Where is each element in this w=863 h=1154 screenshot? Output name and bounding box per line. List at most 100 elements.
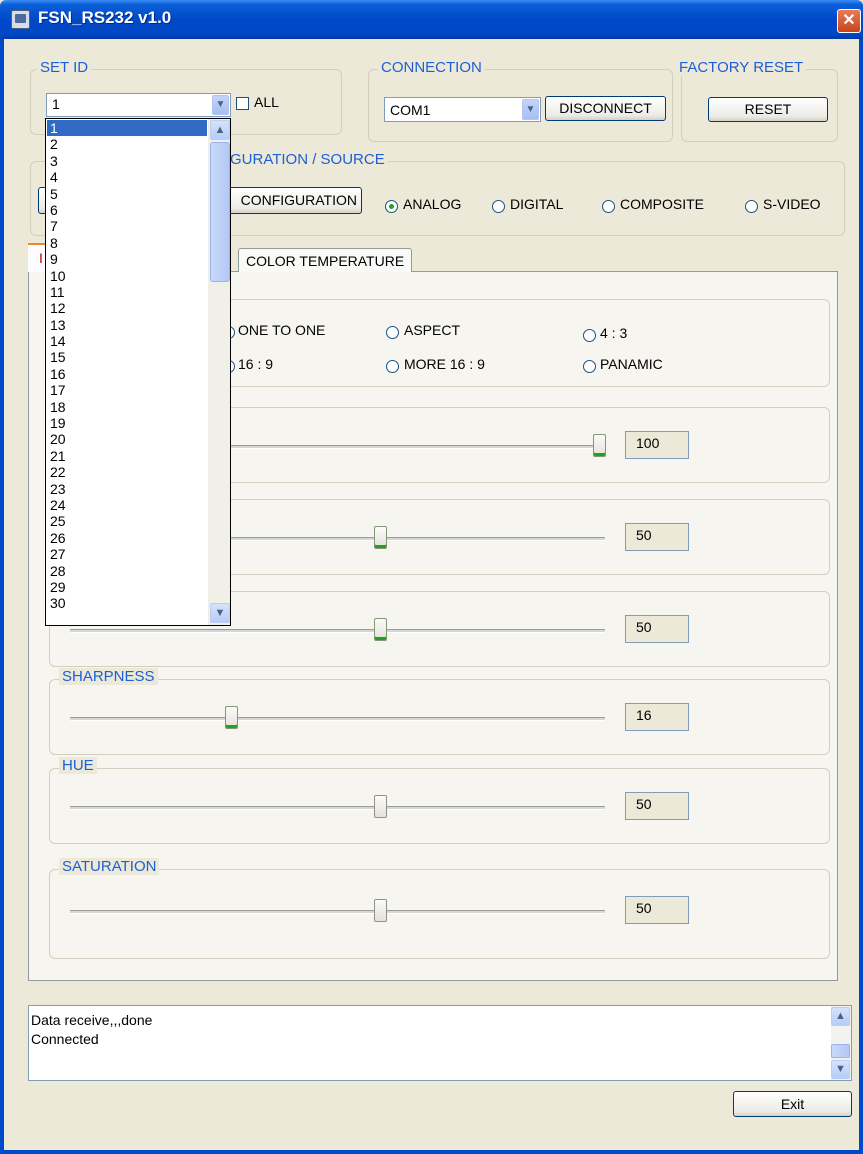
set-id-option[interactable]: 19 xyxy=(47,415,207,431)
slider-thumb[interactable] xyxy=(374,899,387,922)
set-id-option[interactable]: 17 xyxy=(47,382,207,398)
set-id-option[interactable]: 26 xyxy=(47,530,207,546)
app-icon[interactable] xyxy=(11,10,30,29)
set-id-all-checkbox[interactable] xyxy=(236,97,249,110)
aspect-radio-aspect[interactable] xyxy=(386,326,399,339)
source-radio-digital[interactable] xyxy=(492,200,505,213)
slider-track[interactable] xyxy=(70,910,605,914)
slider-group-label: SHARPNESS xyxy=(59,668,158,685)
title-bar[interactable]: FSN_RS232 v1.0 ✕ xyxy=(0,0,863,39)
slider-thumb[interactable] xyxy=(593,434,606,457)
set-id-option[interactable]: 2 xyxy=(47,136,207,152)
set-id-option[interactable]: 16 xyxy=(47,366,207,382)
set-id-option[interactable]: 11 xyxy=(47,284,207,300)
source-label-analog: ANALOG xyxy=(403,196,462,212)
slider-thumb[interactable] xyxy=(374,795,387,818)
slider-thumb[interactable] xyxy=(374,526,387,549)
slider-thumb[interactable] xyxy=(374,618,387,641)
aspect-label-4-3: 4 : 3 xyxy=(600,325,628,341)
set-id-option[interactable]: 29 xyxy=(47,579,207,595)
set-id-option[interactable]: 15 xyxy=(47,349,207,365)
app-window: FSN_RS232 v1.0 ✕ SET ID 1 ▼ ALL CONNECTI… xyxy=(0,0,863,1154)
set-id-option[interactable]: 25 xyxy=(47,513,207,529)
set-id-option[interactable]: 14 xyxy=(47,333,207,349)
factory-reset-group-label: FACTORY RESET xyxy=(676,59,807,76)
scrollbar-thumb[interactable] xyxy=(210,142,230,282)
set-id-option[interactable]: 21 xyxy=(47,448,207,464)
chevron-down-icon[interactable]: ▼ xyxy=(212,95,229,115)
port-combobox[interactable]: COM1 ▼ xyxy=(384,97,541,122)
set-id-option[interactable]: 28 xyxy=(47,563,207,579)
slider-value-field[interactable]: 50 xyxy=(625,615,689,643)
set-id-option[interactable]: 24 xyxy=(47,497,207,513)
log-line: Data receive,,,done xyxy=(31,1012,153,1028)
disconnect-button[interactable]: DISCONNECT xyxy=(545,96,666,121)
aspect-label-one-to-one: ONE TO ONE xyxy=(238,322,326,338)
set-id-option[interactable]: 12 xyxy=(47,300,207,316)
set-id-option[interactable]: 10 xyxy=(47,268,207,284)
set-id-option[interactable]: 22 xyxy=(47,464,207,480)
set-id-option[interactable]: 30 xyxy=(47,595,207,611)
set-id-dropdown-list[interactable]: 1 2 3 4 5 6 7 8 9 10 11 12 13 14 15 16 17 18 19 20 21 22 23 24 2… xyxy=(45,118,231,626)
exit-button[interactable]: Exit xyxy=(733,1091,852,1117)
set-id-option[interactable]: 7 xyxy=(47,218,207,234)
source-label-composite: COMPOSITE xyxy=(620,196,705,212)
set-id-option[interactable]: 3 xyxy=(47,153,207,169)
tab-picture-partial-label: I xyxy=(39,250,43,266)
set-id-option[interactable]: 4 xyxy=(47,169,207,185)
set-id-combobox[interactable]: 1 ▼ xyxy=(46,93,231,117)
set-id-option[interactable]: 13 xyxy=(47,317,207,333)
set-id-option[interactable]: 23 xyxy=(47,481,207,497)
source-radio-composite[interactable] xyxy=(602,200,615,213)
set-id-option[interactable]: 18 xyxy=(47,399,207,415)
reset-button[interactable]: RESET xyxy=(708,97,828,122)
aspect-label-aspect: ASPECT xyxy=(404,322,461,338)
slider-track[interactable] xyxy=(70,806,605,810)
port-selected-value: COM1 xyxy=(390,102,431,118)
source-radio-analog[interactable] xyxy=(385,200,398,213)
set-id-option[interactable]: 5 xyxy=(47,186,207,202)
aspect-radio-4-3[interactable] xyxy=(583,329,596,342)
log-line: Connected xyxy=(31,1031,99,1047)
source-radio-svideo[interactable] xyxy=(745,200,758,213)
scroll-up-icon[interactable]: ▲ xyxy=(831,1007,850,1026)
slider-value-field[interactable]: 50 xyxy=(625,792,689,820)
aspect-label-more-16-9: MORE 16 : 9 xyxy=(404,356,485,372)
close-button[interactable]: ✕ xyxy=(837,9,861,33)
set-id-group-label: SET ID xyxy=(37,59,92,76)
slider-track[interactable] xyxy=(70,629,605,633)
aspect-label-panamic: PANAMIC xyxy=(600,356,663,372)
set-id-option[interactable]: 9 xyxy=(47,251,207,267)
scroll-down-icon[interactable]: ▼ xyxy=(831,1060,850,1079)
slider-value-field[interactable]: 50 xyxy=(625,523,689,551)
set-id-option[interactable]: 1 xyxy=(47,120,207,137)
set-id-option[interactable]: 6 xyxy=(47,202,207,218)
slider-track[interactable] xyxy=(70,717,605,721)
tab-color-temperature[interactable]: COLOR TEMPERATURE xyxy=(238,248,413,272)
set-id-selected-value: 1 xyxy=(52,96,60,112)
slider-value-field[interactable]: 16 xyxy=(625,703,689,731)
dropdown-scrollbar[interactable]: ▲ ▼ xyxy=(208,119,230,625)
slider-thumb[interactable] xyxy=(225,706,238,729)
set-id-option[interactable]: 20 xyxy=(47,431,207,447)
scrollbar-thumb[interactable] xyxy=(831,1044,850,1058)
log-scrollbar[interactable]: ▲ ▼ xyxy=(831,1006,851,1080)
slider-group-label: SATURATION xyxy=(59,858,160,875)
slider-value-field[interactable]: 100 xyxy=(625,431,689,459)
slider-value-field[interactable]: 50 xyxy=(625,896,689,924)
aspect-radio-more-16-9[interactable] xyxy=(386,360,399,373)
window-frame-left xyxy=(0,39,4,1154)
chevron-down-icon[interactable]: ▼ xyxy=(522,99,539,120)
connection-group-label: CONNECTION xyxy=(378,59,485,76)
aspect-radio-panamic[interactable] xyxy=(583,360,596,373)
set-id-option[interactable]: 8 xyxy=(47,235,207,251)
log-output[interactable]: Data receive,,,done Connected ▲ ▼ xyxy=(28,1005,852,1081)
source-label-digital: DIGITAL xyxy=(510,196,564,212)
window-title: FSN_RS232 v1.0 xyxy=(38,8,172,27)
scroll-down-icon[interactable]: ▼ xyxy=(210,603,230,623)
config-source-group-label: GURATION / SOURCE xyxy=(227,151,388,168)
log-lines: Data receive,,,done Connected xyxy=(29,1006,851,1049)
scroll-up-icon[interactable]: ▲ xyxy=(210,120,230,140)
set-id-option[interactable]: 27 xyxy=(47,546,207,562)
slider-group-label: HUE xyxy=(59,757,97,774)
